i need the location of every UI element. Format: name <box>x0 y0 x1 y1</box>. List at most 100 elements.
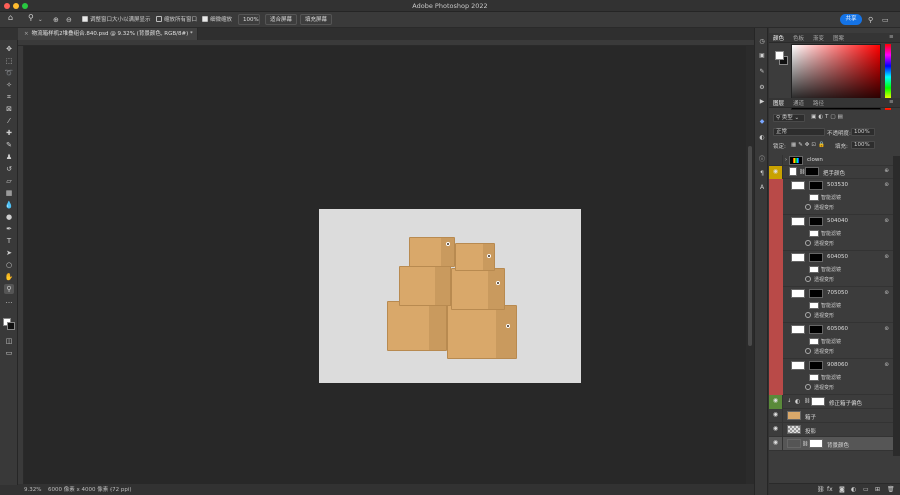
opacity-input[interactable]: 100% <box>851 128 875 136</box>
smart-filter-row[interactable]: 智能滤镜 <box>809 300 841 309</box>
tab-color[interactable]: 颜色 <box>773 34 784 42</box>
zoom-tool-icon[interactable]: ⚲ <box>4 284 14 294</box>
layer-row[interactable]: ◉ 投影 <box>769 423 893 437</box>
eye-icon[interactable] <box>805 275 811 282</box>
layer-row[interactable]: 908060 ⊛ 智能滤镜 透视变形 <box>783 359 893 395</box>
layer-row[interactable]: 604050 ⊛ 智能滤镜 透视变形 <box>783 251 893 287</box>
cube-icon[interactable]: ◆ <box>758 118 766 126</box>
layer-name[interactable]: 908060 <box>827 362 848 368</box>
visibility-toggle[interactable] <box>769 155 783 166</box>
pen-tool-icon[interactable]: ✒ <box>4 224 14 234</box>
history-panel-icon[interactable]: ◷ <box>758 38 766 46</box>
background-color-swatch[interactable] <box>7 322 15 330</box>
move-tool-icon[interactable]: ✥ <box>4 44 14 54</box>
eye-icon[interactable] <box>805 383 811 390</box>
tab-gradients[interactable]: 渐变 <box>813 34 824 42</box>
fill-screen-button[interactable]: 填充屏幕 <box>300 14 332 25</box>
brush-tool-icon[interactable]: ✎ <box>4 140 14 150</box>
blur-tool-icon[interactable]: 💧 <box>4 200 14 210</box>
zoom-level[interactable]: 9.32% <box>24 485 41 495</box>
panel-menu-icon[interactable]: ≡ <box>889 34 894 40</box>
actions-panel-icon[interactable]: ▶ <box>758 98 766 106</box>
smart-filter-row[interactable]: 智能滤镜 <box>809 192 841 201</box>
frame-tool-icon[interactable]: ⊠ <box>4 104 14 114</box>
visibility-toggle[interactable]: ◉ <box>769 409 783 423</box>
chevron-right-icon[interactable]: › <box>110 485 112 495</box>
history-brush-tool-icon[interactable]: ↺ <box>4 164 14 174</box>
new-group-icon[interactable]: ▭ <box>863 486 869 493</box>
home-icon[interactable]: ⌂ <box>8 13 13 23</box>
tab-paths[interactable]: 路径 <box>813 99 824 107</box>
layers-scrollbar[interactable] <box>893 156 900 456</box>
more-tools-icon[interactable]: … <box>4 296 14 306</box>
layer-row[interactable]: ◉ ⛓ 把手颜色 ⊕ <box>769 166 893 179</box>
scrollbar-thumb[interactable] <box>748 146 752 346</box>
tab-channels[interactable]: 通道 <box>793 99 804 107</box>
hand-tool-icon[interactable]: ✋ <box>4 272 14 282</box>
brush-settings-icon[interactable]: ✎ <box>758 68 766 76</box>
panel-menu-icon[interactable]: ≡ <box>889 99 894 105</box>
marquee-tool-icon[interactable]: ⬚ <box>4 56 14 66</box>
eye-icon[interactable] <box>805 239 811 246</box>
layer-name[interactable]: clown <box>807 157 823 163</box>
link-layers-icon[interactable]: ⛓ <box>817 486 825 493</box>
zoom-tool-preset-icon[interactable]: ⚲ <box>28 13 34 23</box>
character-panel-icon[interactable]: A <box>758 184 766 192</box>
shape-tool-icon[interactable]: ○ <box>4 260 14 270</box>
eyedropper-tool-icon[interactable]: ⁄ <box>4 116 14 126</box>
filter-effect-row[interactable]: 透视变形 <box>805 275 834 283</box>
crop-tool-icon[interactable]: ⌗ <box>4 92 14 102</box>
tab-layers[interactable]: 图层 <box>773 99 784 107</box>
layer-row[interactable]: ◉ ↓ ◐ ⛓ 修正箱子偏色 <box>769 395 893 409</box>
layer-filter-select[interactable]: ⚲ 类型 ⌄ <box>773 114 805 122</box>
layer-name[interactable]: 504040 <box>827 218 848 224</box>
blend-mode-select[interactable]: 正常 <box>773 128 825 136</box>
tab-patterns[interactable]: 图案 <box>833 34 844 42</box>
visibility-toggle[interactable]: ◉ <box>769 437 783 451</box>
lasso-tool-icon[interactable]: ➰ <box>4 68 14 78</box>
foreground-color-chip[interactable] <box>775 51 784 60</box>
layer-row[interactable]: 605060 ⊛ 智能滤镜 透视变形 <box>783 323 893 359</box>
layer-name[interactable]: 705050 <box>827 290 848 296</box>
layer-row[interactable]: 705050 ⊛ 智能滤镜 透视变形 <box>783 287 893 323</box>
tab-swatches[interactable]: 色板 <box>793 34 804 42</box>
adjustment-layer-icon[interactable]: ◐ <box>851 486 856 493</box>
layer-row[interactable]: 503530 ⊛ 智能滤镜 透视变形 <box>783 179 893 215</box>
scrubby-zoom-checkbox[interactable]: 细微缩放 <box>202 15 232 25</box>
smart-filter-row[interactable]: 智能滤镜 <box>809 336 841 345</box>
filter-effect-row[interactable]: 透视变形 <box>805 383 834 391</box>
chevron-down-icon[interactable]: ⌄ <box>38 15 43 25</box>
vertical-scrollbar[interactable] <box>746 46 754 484</box>
fx-icon[interactable]: ⊛ <box>884 290 889 296</box>
fx-icon[interactable]: ⊕ <box>884 168 889 174</box>
libraries-panel-icon[interactable]: ▣ <box>758 52 766 60</box>
layer-name[interactable]: 503530 <box>827 182 848 188</box>
resize-windows-checkbox[interactable]: 调整窗口大小以满屏显示 <box>82 15 151 25</box>
zoom-all-windows-checkbox[interactable]: 缩放所有窗口 <box>156 15 197 25</box>
layer-name[interactable]: 604050 <box>827 254 848 260</box>
dodge-tool-icon[interactable]: ● <box>4 212 14 222</box>
properties-panel-icon[interactable]: ⚙ <box>758 84 766 92</box>
smart-filter-row[interactable]: 智能滤镜 <box>809 228 841 237</box>
paragraph-panel-icon[interactable]: ¶ <box>758 170 766 178</box>
path-selection-tool-icon[interactable]: ➤ <box>4 248 14 258</box>
visibility-toggle[interactable]: ◉ <box>769 166 783 179</box>
smart-filter-row[interactable]: 智能滤镜 <box>809 372 841 381</box>
info-panel-icon[interactable]: ⓘ <box>758 156 766 164</box>
fx-icon[interactable]: fx <box>827 486 833 493</box>
filter-effect-row[interactable]: 透视变形 <box>805 347 834 355</box>
type-tool-icon[interactable]: T <box>4 236 14 246</box>
visibility-toggle[interactable]: ◉ <box>769 395 783 409</box>
close-tab-icon[interactable]: × <box>24 31 29 37</box>
layer-name[interactable]: 605060 <box>827 326 848 332</box>
visibility-toggle[interactable]: ◉ <box>769 423 783 437</box>
layer-name[interactable]: 箱子 <box>805 413 816 421</box>
add-mask-icon[interactable]: ◙ <box>839 486 845 493</box>
delete-layer-icon[interactable]: 🗑 <box>887 486 895 493</box>
eye-icon[interactable] <box>805 347 811 354</box>
layer-name[interactable]: 投影 <box>805 427 816 435</box>
share-button[interactable]: 共享 <box>840 14 862 25</box>
eraser-tool-icon[interactable]: ▱ <box>4 176 14 186</box>
fx-icon[interactable]: ⊛ <box>884 218 889 224</box>
search-icon[interactable]: ⚲ <box>868 15 873 25</box>
